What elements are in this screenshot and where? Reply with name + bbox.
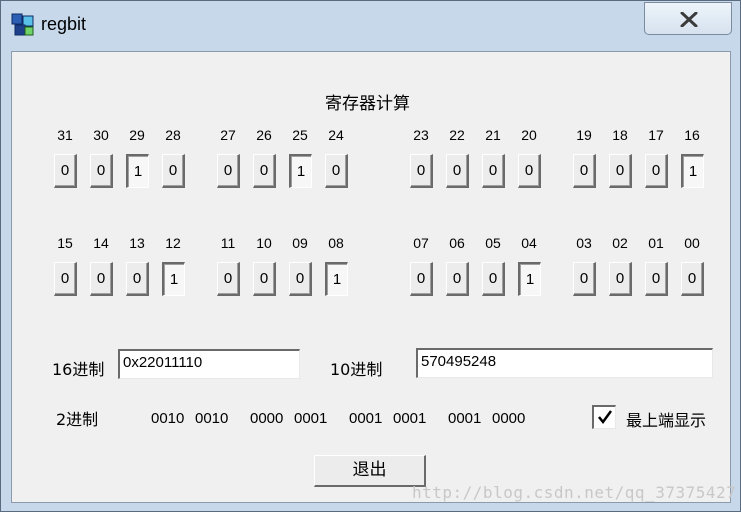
bit-label-29: 29 [129,127,145,143]
bit-label-04: 04 [521,235,537,251]
bin-group: 0000 [492,410,526,427]
bit-toggle-24[interactable]: 0 [325,154,348,188]
bit-toggle-19[interactable]: 0 [573,154,596,188]
watermark-text: http://blog.csdn.net/qq_37375427 [412,483,737,502]
topmost-label: 最上端显示 [626,411,707,430]
bit-toggle-22[interactable]: 0 [446,154,469,188]
bit-label-17: 17 [648,127,664,143]
bin-group: 0001 [349,410,383,427]
bit-label-12: 12 [165,235,181,251]
title-bar[interactable]: regbit [1,1,740,51]
bit-toggle-21[interactable]: 0 [482,154,505,188]
bit-toggle-18[interactable]: 0 [609,154,632,188]
bit-label-09: 09 [292,235,308,251]
bit-label-07: 07 [413,235,429,251]
dec-input[interactable]: 570495248 [416,348,713,378]
bit-toggle-23[interactable]: 0 [410,154,433,188]
bit-toggle-02[interactable]: 0 [609,262,632,296]
bit-toggle-10[interactable]: 0 [253,262,276,296]
bit-label-31: 31 [57,127,73,143]
bit-label-10: 10 [256,235,272,251]
exit-button[interactable]: 退出 [314,455,426,487]
hex-input[interactable]: 0x22011110 [118,349,300,379]
bit-label-22: 22 [449,127,465,143]
bit-toggle-13[interactable]: 0 [126,262,149,296]
bit-toggle-11[interactable]: 0 [217,262,240,296]
bit-toggle-31[interactable]: 0 [54,154,77,188]
bit-toggle-27[interactable]: 0 [217,154,240,188]
bit-label-27: 27 [220,127,236,143]
bit-label-03: 03 [576,235,592,251]
bin-label: 2进制 [56,410,99,429]
bin-group: 0001 [294,410,328,427]
bit-toggle-01[interactable]: 0 [645,262,668,296]
bin-group: 0001 [393,410,427,427]
page-title: 寄存器计算 [325,94,410,114]
bit-label-28: 28 [165,127,181,143]
bit-label-02: 02 [612,235,628,251]
bit-toggle-25[interactable]: 1 [289,154,312,188]
checkmark-icon [598,410,613,425]
dec-label: 10进制 [330,360,383,379]
bit-toggle-09[interactable]: 0 [289,262,312,296]
bit-toggle-26[interactable]: 0 [253,154,276,188]
bit-toggle-30[interactable]: 0 [90,154,113,188]
bit-label-20: 20 [521,127,537,143]
bit-toggle-07[interactable]: 0 [410,262,433,296]
bit-label-24: 24 [328,127,344,143]
bit-label-00: 00 [684,235,700,251]
bit-toggle-17[interactable]: 0 [645,154,668,188]
bin-group: 0001 [448,410,482,427]
bit-label-19: 19 [576,127,592,143]
client-area: 寄存器计算 31 0 30 0 29 1 28 0 27 0 26 0 25 1 24 0 23 0 22 0 21 0 2… [11,51,731,503]
close-button[interactable] [644,2,732,35]
topmost-checkbox[interactable] [592,405,616,429]
hex-label: 16进制 [52,360,105,379]
bit-toggle-16[interactable]: 1 [681,154,704,188]
bin-group: 0010 [151,410,185,427]
bit-label-21: 21 [485,127,501,143]
close-icon [680,12,698,27]
bit-toggle-12[interactable]: 1 [162,262,185,296]
cubes-icon [11,13,34,36]
bit-label-08: 08 [328,235,344,251]
bit-toggle-20[interactable]: 0 [518,154,541,188]
bit-toggle-03[interactable]: 0 [573,262,596,296]
bit-label-13: 13 [129,235,145,251]
bit-label-11: 11 [220,235,236,251]
bit-toggle-15[interactable]: 0 [54,262,77,296]
bit-label-05: 05 [485,235,501,251]
app-window: regbit 寄存器计算 31 0 30 0 29 1 28 0 27 0 26 0 25 1 24 0 23 0… [0,0,741,512]
bit-label-26: 26 [256,127,272,143]
bit-label-16: 16 [684,127,700,143]
window-title: regbit [41,14,87,34]
bit-label-25: 25 [292,127,308,143]
bit-toggle-29[interactable]: 1 [126,154,149,188]
bit-toggle-00[interactable]: 0 [681,262,704,296]
bit-label-18: 18 [612,127,628,143]
bit-label-01: 01 [648,235,664,251]
bit-label-06: 06 [449,235,465,251]
bit-toggle-08[interactable]: 1 [325,262,348,296]
bit-label-23: 23 [413,127,429,143]
bit-label-30: 30 [93,127,109,143]
bin-group: 0000 [250,410,284,427]
bit-label-15: 15 [57,235,73,251]
bit-toggle-14[interactable]: 0 [90,262,113,296]
bit-label-14: 14 [93,235,109,251]
bit-toggle-05[interactable]: 0 [482,262,505,296]
bit-toggle-06[interactable]: 0 [446,262,469,296]
bit-toggle-04[interactable]: 1 [518,262,541,296]
bit-toggle-28[interactable]: 0 [162,154,185,188]
bin-group: 0010 [195,410,229,427]
